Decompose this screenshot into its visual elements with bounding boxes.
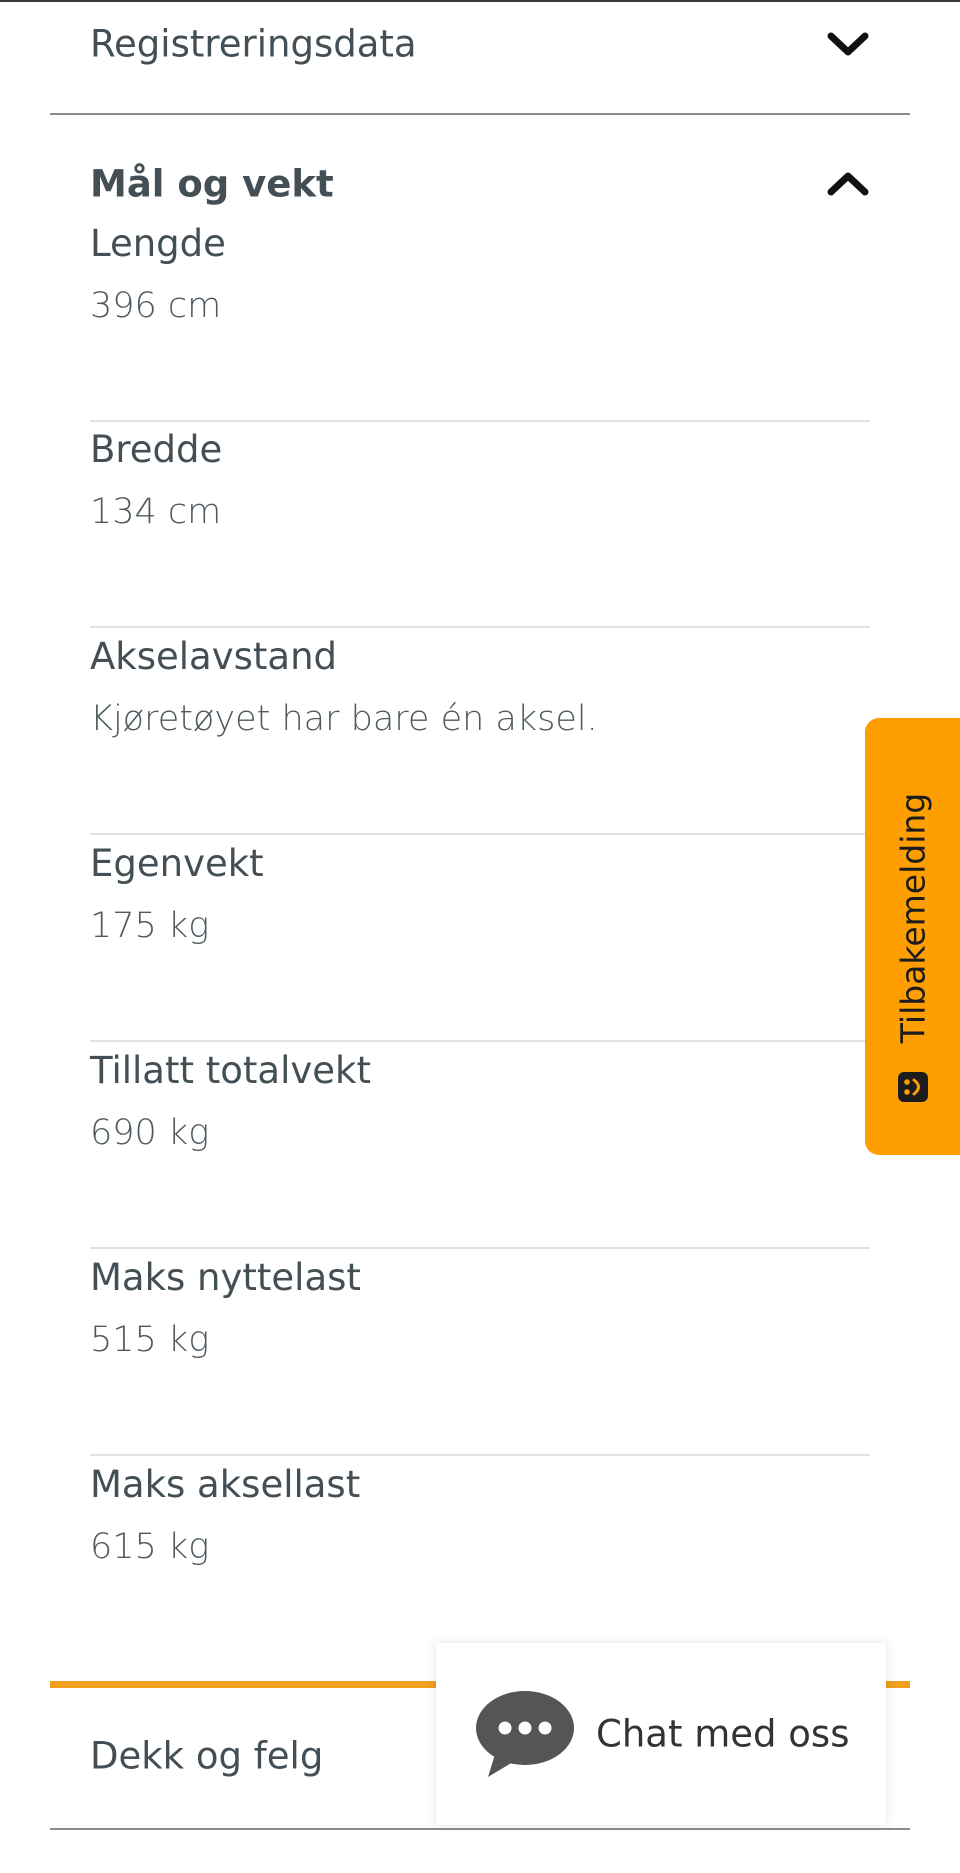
field-egenvekt: Egenvekt 175 kg bbox=[90, 836, 870, 1042]
field-akselavstand: Akselavstand Kjøretøyet har bare én akse… bbox=[90, 629, 870, 835]
accordion-title-registreringsdata: Registreringsdata bbox=[90, 22, 417, 66]
chat-bubble-icon bbox=[476, 1691, 574, 1777]
field-maks-aksellast: Maks aksellast 615 kg bbox=[90, 1457, 870, 1647]
field-label: Tillatt totalvekt bbox=[90, 1049, 371, 1092]
field-label: Lengde bbox=[90, 222, 226, 265]
section-divider bbox=[50, 1828, 910, 1830]
accordion-title-dekk-og-felg: Dekk og felg bbox=[90, 1734, 324, 1778]
accordion-title-mal-og-vekt: Mål og vekt bbox=[90, 162, 334, 206]
feedback-label: Tilbakemelding bbox=[893, 792, 932, 1044]
field-value: 134 cm bbox=[90, 492, 222, 532]
field-value: 690 kg bbox=[90, 1113, 210, 1153]
field-value: 396 cm bbox=[90, 286, 222, 326]
chevron-down-icon bbox=[827, 32, 869, 56]
page: Registreringsdata Mål og vekt Lengde 396… bbox=[0, 0, 960, 1873]
field-value: Kjøretøyet har bare én aksel. bbox=[90, 699, 598, 739]
field-value: 515 kg bbox=[90, 1320, 210, 1360]
field-divider bbox=[90, 1247, 870, 1249]
feedback-tab[interactable]: Tilbakemelding bbox=[865, 718, 960, 1155]
field-value: 615 kg bbox=[90, 1527, 210, 1567]
field-label: Bredde bbox=[90, 428, 223, 471]
field-label: Akselavstand bbox=[90, 635, 338, 678]
field-divider bbox=[90, 833, 870, 835]
field-divider bbox=[90, 1040, 870, 1042]
field-label: Egenvekt bbox=[90, 842, 264, 885]
field-tillatt-totalvekt: Tillatt totalvekt 690 kg bbox=[90, 1043, 870, 1249]
chat-button[interactable]: Chat med oss bbox=[436, 1643, 886, 1825]
field-divider bbox=[90, 626, 870, 628]
field-lengde: Lengde 396 cm bbox=[90, 216, 870, 422]
field-label: Maks aksellast bbox=[90, 1463, 361, 1506]
accordion-registreringsdata[interactable]: Registreringsdata bbox=[50, 0, 910, 100]
field-divider bbox=[90, 1454, 870, 1456]
smiley-icon bbox=[898, 1072, 928, 1102]
field-value: 175 kg bbox=[90, 906, 210, 946]
chevron-up-icon bbox=[827, 172, 869, 196]
chat-label: Chat med oss bbox=[596, 1712, 850, 1756]
field-label: Maks nyttelast bbox=[90, 1256, 361, 1299]
field-maks-nyttelast: Maks nyttelast 515 kg bbox=[90, 1250, 870, 1456]
field-bredde: Bredde 134 cm bbox=[90, 422, 870, 628]
section-divider bbox=[50, 113, 910, 115]
